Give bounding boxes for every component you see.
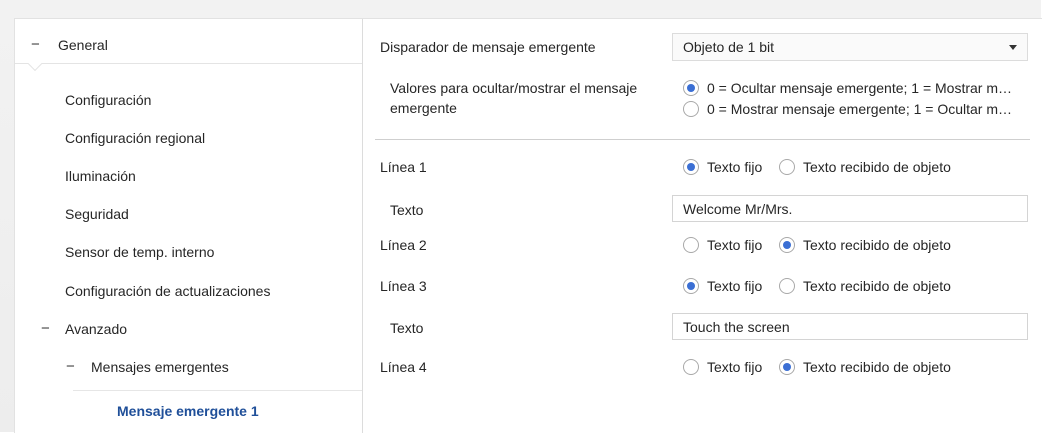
line-3-object-radio[interactable] [779, 278, 795, 294]
sidebar-item-general[interactable]: − General [15, 33, 362, 57]
sidebar-item-avanzado[interactable]: − Avanzado [15, 317, 362, 341]
values-option-1-radio[interactable] [683, 101, 699, 117]
values-option-0-label[interactable]: 0 = Ocultar mensaje emergente; 1 = Mostr… [707, 80, 1012, 96]
line-1-fixed-label[interactable]: Texto fijo [707, 159, 762, 175]
trigger-select-value: Objeto de 1 bit [683, 39, 775, 55]
line-3-object-label[interactable]: Texto recibido de objeto [803, 278, 951, 294]
line-1-object-radio[interactable] [779, 159, 795, 175]
sidebar-item-actualizaciones[interactable]: Configuración de actualizaciones [65, 279, 270, 303]
line-3-fixed-radio[interactable] [683, 278, 699, 294]
line-3-text-label: Texto [390, 320, 424, 336]
line-1-text-field[interactable] [672, 195, 1028, 222]
sidebar-item-label: Configuración regional [65, 130, 206, 146]
sidebar-item-label: Avanzado [65, 321, 128, 337]
line-3-label: Línea 3 [380, 278, 427, 294]
sidebar-item-iluminacion[interactable]: Iluminación [65, 164, 136, 188]
sidebar-item-label: General [58, 37, 108, 53]
collapse-icon[interactable]: − [66, 355, 75, 379]
line-2-object-radio[interactable] [779, 237, 795, 253]
line-2-fixed-radio[interactable] [683, 237, 699, 253]
line-3-text-field[interactable] [672, 313, 1028, 340]
sidebar-item-configuracion[interactable]: Configuración [65, 88, 151, 112]
window: − General Configuración Configuración re… [0, 0, 1042, 434]
trigger-select[interactable]: Objeto de 1 bit [672, 33, 1028, 61]
sidebar-item-mensaje-emergente-1[interactable]: Mensaje emergente 1 [73, 390, 363, 434]
line-4-object-label[interactable]: Texto recibido de objeto [803, 359, 951, 375]
values-label: Valores para ocultar/mostrar el mensaje [390, 80, 638, 96]
parameters-panel: Disparador de mensaje emergente Objeto d… [363, 19, 1042, 433]
line-1-text-label: Texto [390, 202, 424, 218]
line-4-label: Línea 4 [380, 359, 427, 375]
line-1-label: Línea 1 [380, 159, 427, 175]
sidebar-item-configuracion-regional[interactable]: Configuración regional [65, 126, 205, 150]
line-1-text-input[interactable] [673, 196, 1027, 221]
values-option-0-radio[interactable] [683, 80, 699, 96]
collapse-icon[interactable]: − [41, 317, 50, 341]
sidebar-item-label: Mensajes emergentes [91, 359, 229, 375]
chevron-down-icon [1009, 45, 1017, 50]
content-panel: − General Configuración Configuración re… [14, 18, 1042, 434]
line-2-label: Línea 2 [380, 237, 427, 253]
sidebar-item-label: Configuración [65, 92, 152, 108]
line-2-fixed-label[interactable]: Texto fijo [707, 237, 762, 253]
section-divider [375, 139, 1030, 140]
sidebar-item-label: Seguridad [65, 206, 129, 222]
sidebar: − General Configuración Configuración re… [15, 19, 363, 434]
values-option-1-label[interactable]: 0 = Mostrar mensaje emergente; 1 = Ocult… [707, 101, 1012, 117]
values-label-cont: emergente [390, 100, 457, 116]
collapse-icon[interactable]: − [31, 33, 40, 57]
line-1-fixed-radio[interactable] [683, 159, 699, 175]
line-4-object-radio[interactable] [779, 359, 795, 375]
divider [15, 63, 362, 64]
line-2-object-label[interactable]: Texto recibido de objeto [803, 237, 951, 253]
sidebar-item-label: Iluminación [65, 168, 136, 184]
sidebar-item-seguridad[interactable]: Seguridad [65, 202, 129, 226]
sidebar-item-label: Sensor de temp. interno [65, 244, 215, 260]
trigger-label: Disparador de mensaje emergente [380, 39, 596, 55]
sidebar-item-sensor[interactable]: Sensor de temp. interno [65, 240, 214, 264]
line-4-fixed-radio[interactable] [683, 359, 699, 375]
sidebar-item-label: Configuración de actualizaciones [65, 283, 271, 299]
selection-notch-icon [27, 56, 43, 72]
line-4-fixed-label[interactable]: Texto fijo [707, 359, 762, 375]
sidebar-item-label: Mensaje emergente 1 [117, 403, 259, 419]
sidebar-item-mensajes-emergentes[interactable]: − Mensajes emergentes [15, 355, 362, 379]
line-1-object-label[interactable]: Texto recibido de objeto [803, 159, 951, 175]
line-3-fixed-label[interactable]: Texto fijo [707, 278, 762, 294]
line-3-text-input[interactable] [673, 314, 1027, 339]
